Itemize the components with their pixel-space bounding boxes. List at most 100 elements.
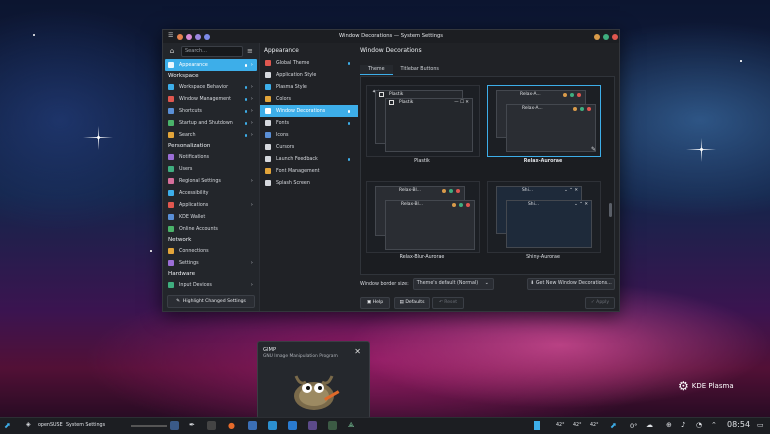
undo-icon: ↶	[438, 300, 443, 305]
task-editor-icon[interactable]	[328, 421, 337, 430]
pencil-icon: ✎	[176, 299, 180, 304]
network-icon[interactable]: ◔	[696, 421, 702, 429]
task-chat-icon[interactable]	[288, 421, 297, 430]
sidebar-item-connections[interactable]: Connections	[165, 245, 257, 257]
hamburger-menu-icon[interactable]: ≡	[247, 47, 255, 55]
apply-button[interactable]: ✓ Apply	[585, 297, 615, 309]
window-title: Window Decorations — System Settings	[338, 33, 444, 39]
sidebar-item-applications[interactable]: Applications ›	[165, 199, 257, 211]
changed-dot	[244, 98, 247, 101]
taskbar: ⬈ ◈ openSUSE System Settings ✒ ● ⟁ 42° 4…	[0, 417, 770, 434]
temp-3: 42°	[590, 422, 599, 428]
category-icon	[265, 168, 271, 174]
sidebar-item-window-management[interactable]: Window Management ›	[165, 93, 257, 105]
highlight-changed-settings-button[interactable]: ✎ Highlight Changed Settings	[167, 295, 255, 308]
cpu-graph-icon[interactable]	[534, 421, 540, 430]
app-launcher-icon[interactable]: ⬈	[4, 421, 11, 430]
reset-button[interactable]: ↶ Reset	[432, 297, 464, 309]
sidebar-item-input-devices[interactable]: Input Devices ›	[165, 279, 257, 291]
sidebar-item-icon	[168, 190, 174, 196]
category-item-cursors[interactable]: Cursors	[260, 141, 358, 153]
sidebar-item-regional-settings[interactable]: Regional Settings ›	[165, 175, 257, 187]
pager-indicator[interactable]	[131, 424, 167, 427]
sidebar-item-label: Appearance	[179, 62, 208, 68]
download-icon: ⬇	[530, 281, 535, 286]
preview-window-front: Plastik — ☐ ✕	[385, 98, 473, 152]
show-desktop-icon[interactable]: ▭	[757, 421, 764, 429]
active-window-label[interactable]: System Settings	[66, 423, 105, 428]
category-item-window-decorations[interactable]: Window Decorations	[260, 105, 358, 117]
sidebar-item-icon	[168, 248, 174, 254]
sidebar-item-startup-and-shutdown[interactable]: Startup and Shutdown ›	[165, 117, 257, 129]
changed-dot	[347, 122, 350, 125]
defaults-button[interactable]: ▤ Defaults	[394, 297, 430, 309]
sidebar-item-icon	[168, 154, 174, 160]
maximize-button[interactable]	[603, 33, 609, 40]
sidebar-item-shortcuts[interactable]: Shortcuts ›	[165, 105, 257, 117]
category-item-plasma-style[interactable]: Plasma Style	[260, 81, 358, 93]
category-item-launch-feedback[interactable]: Launch Feedback	[260, 153, 358, 165]
sidebar-item-online-accounts[interactable]: Online Accounts	[165, 223, 257, 235]
category-item-icons[interactable]: Icons	[260, 129, 358, 141]
button-bar: ▣ Help ▤ Defaults ↶ Reset ✓ Apply	[360, 297, 615, 309]
content-area: Window Decorations Theme Titlebar Button…	[358, 43, 619, 311]
close-button[interactable]	[612, 33, 618, 40]
sidebar-item-search[interactable]: Search ›	[165, 129, 257, 141]
sidebar-item-accessibility[interactable]: Accessibility	[165, 187, 257, 199]
task-files-icon[interactable]	[248, 421, 257, 430]
sidebar-item-notifications[interactable]: Notifications	[165, 151, 257, 163]
task-system-settings[interactable]	[170, 421, 179, 430]
category-item-application-style[interactable]: Application Style	[260, 69, 358, 81]
distro-label[interactable]: openSUSE	[38, 423, 63, 428]
theme-card-plastik[interactable]: ✦✦ Plastik Plastik— ☐ ✕	[366, 85, 480, 157]
theme-name-relax-blur-aurorae: Relax-Blur-Aurorae	[399, 255, 445, 260]
sidebar-item-workspace-behavior[interactable]: Workspace Behavior ›	[165, 81, 257, 93]
updates-icon[interactable]: ⊕	[666, 421, 672, 429]
task-network-icon[interactable]: ⟁	[348, 421, 354, 430]
task-gimp-icon[interactable]	[308, 421, 317, 430]
category-icon	[265, 132, 271, 138]
minimize-button[interactable]	[594, 33, 600, 40]
changed-dot	[244, 86, 247, 89]
sidebar-item-appearance[interactable]: Appearance ›	[165, 59, 257, 71]
category-item-colors[interactable]: Colors	[260, 93, 358, 105]
sidebar-item-users[interactable]: Users	[165, 163, 257, 175]
close-icon[interactable]: ✕	[354, 347, 361, 356]
category-item-fonts[interactable]: Fonts	[260, 117, 358, 129]
sidebar-item-settings[interactable]: Settings ›	[165, 257, 257, 269]
task-terminal-icon[interactable]	[207, 421, 216, 430]
theme-card-relax-blur-aurorae[interactable]: Relax-Bl... Relax-Bl...	[366, 181, 480, 253]
category-item-global-theme[interactable]: Global Theme	[260, 57, 358, 69]
category-item-splash-screen[interactable]: Splash Screen	[260, 177, 358, 189]
weather-temp[interactable]: 0°	[630, 422, 637, 430]
expand-tray-icon[interactable]: ⌃	[711, 421, 717, 429]
plasma-icon[interactable]: ⬈	[610, 421, 617, 430]
cloud-icon[interactable]: ☁	[646, 421, 653, 429]
sidebar-item-icon	[168, 120, 174, 126]
help-button[interactable]: ▣ Help	[360, 297, 390, 309]
tab-bar: Theme Titlebar Buttons	[360, 65, 447, 75]
category-item-font-management[interactable]: Font Management	[260, 165, 358, 177]
task-store-icon[interactable]	[268, 421, 277, 430]
sidebar-item-kde-wallet[interactable]: KDE Wallet	[165, 211, 257, 223]
theme-card-shiny-aurorae[interactable]: Shi... ⌄ ⌃ ✕ Shi... ⌄ ⌃ ✕	[487, 181, 601, 253]
theme-card-relax-aurorae[interactable]: Relax-A... Relax-A... ✎	[487, 85, 601, 157]
volume-icon[interactable]: ♪	[681, 421, 685, 429]
scrollbar-handle[interactable]	[609, 203, 612, 217]
titlebar[interactable]: ☰ Window Decorations — System Settings	[163, 30, 619, 43]
star-glow	[701, 138, 702, 162]
tab-titlebar-buttons[interactable]: Titlebar Buttons	[393, 65, 447, 75]
task-pen-icon[interactable]: ✒	[189, 421, 195, 429]
border-size-select[interactable]: Theme's default (Normal) ⌄	[412, 278, 494, 290]
search-input[interactable]: Search...	[181, 45, 243, 57]
app-launch-notification[interactable]: GIMP GNU Image Manipulation Program ✕	[257, 341, 370, 419]
edit-icon[interactable]: ✎	[591, 146, 596, 153]
task-firefox-icon[interactable]: ●	[228, 421, 235, 430]
tab-theme[interactable]: Theme	[360, 65, 393, 75]
home-icon[interactable]: ⌂	[167, 46, 177, 56]
get-new-decorations-button[interactable]: ⬇ Get New Window Decorations...	[527, 278, 615, 290]
clock[interactable]: 08:54	[727, 420, 750, 429]
sidebar-item-icon	[168, 178, 174, 184]
sidebar-item-icon	[168, 226, 174, 232]
changed-dot	[244, 110, 247, 113]
